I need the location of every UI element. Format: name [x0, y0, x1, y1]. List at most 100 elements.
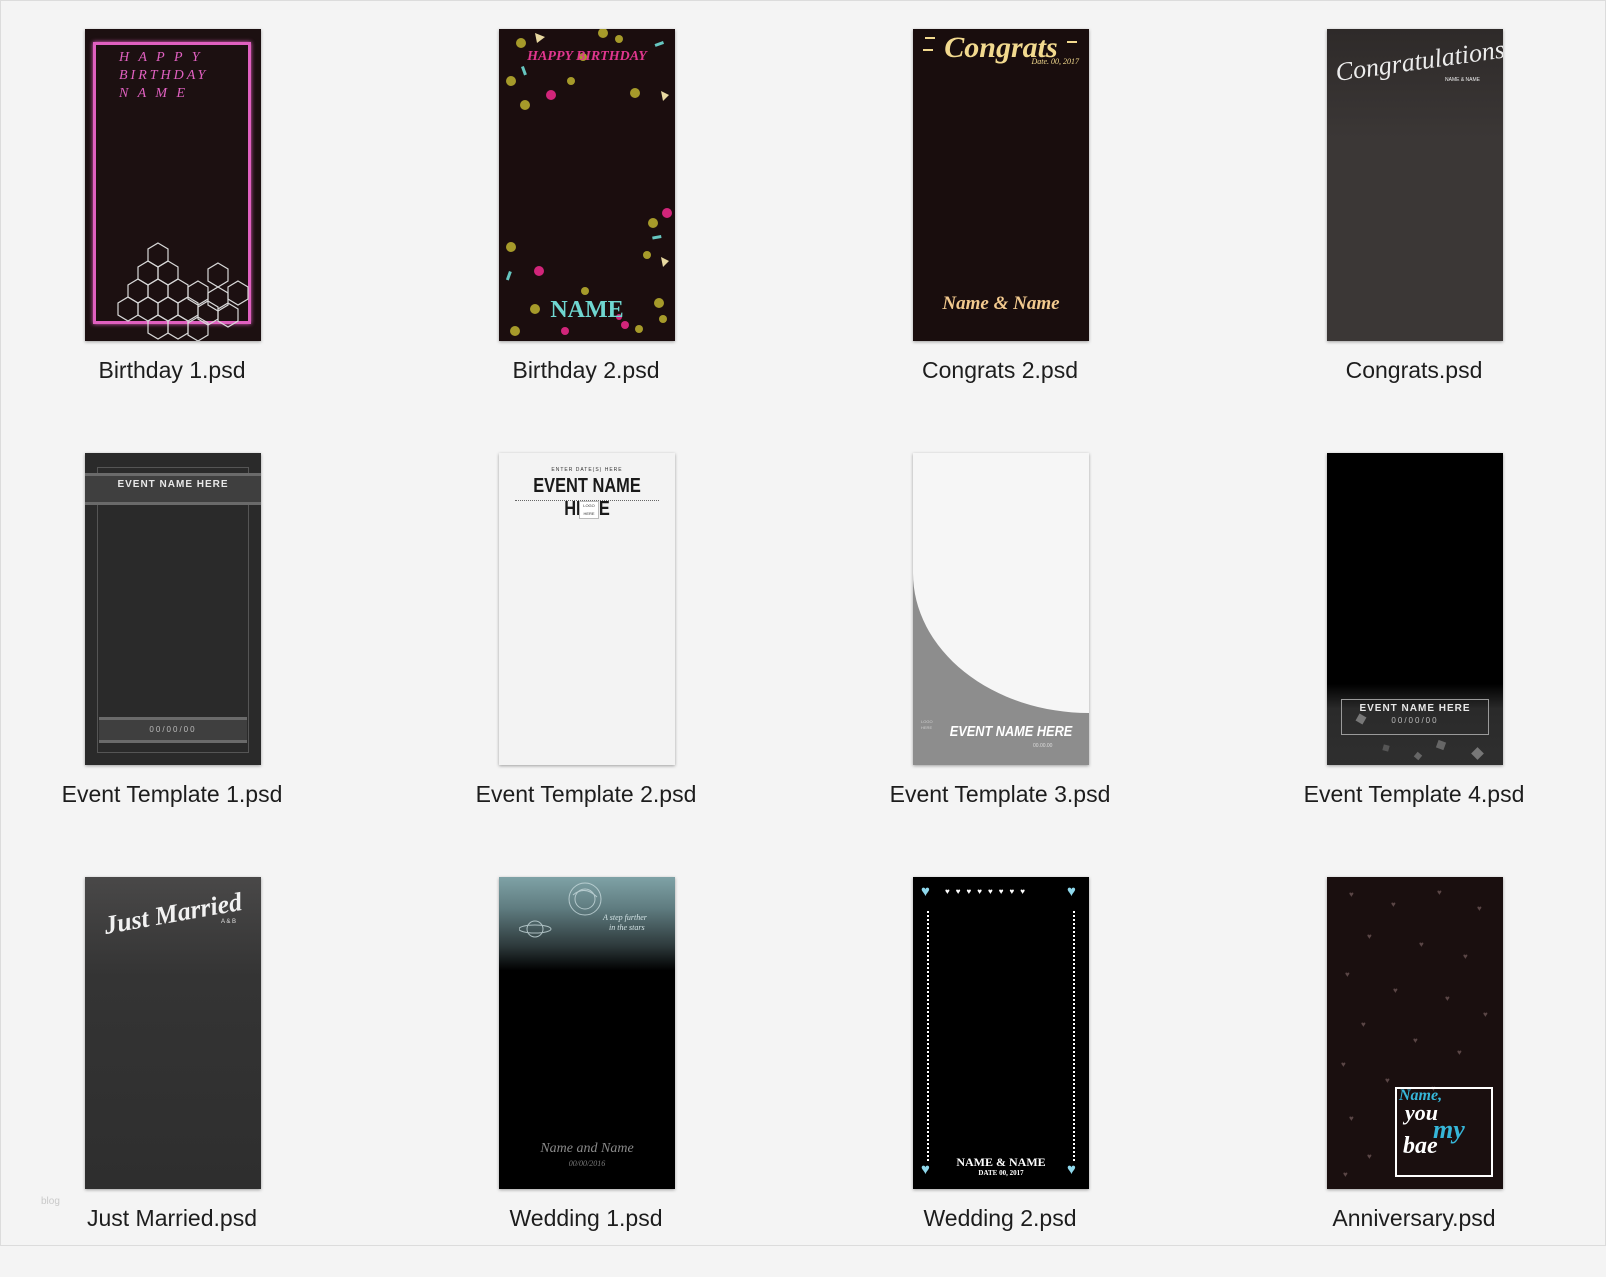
preview-quote-line: A step further [603, 913, 647, 922]
file-item-congrats[interactable]: Congratulations NAME & NAME Congrats.psd [1224, 29, 1604, 429]
preview-date: DATE 00, 2017 [978, 1169, 1024, 1177]
file-item-birthday-1[interactable]: H A P P Y BIRTHDAY N A M E Birthday 1.ps… [0, 29, 362, 429]
heart-icon: ♥ [921, 883, 930, 900]
file-thumbnail[interactable]: HAPPY BIRTHDAY NAME [499, 29, 675, 341]
inner-frame [97, 467, 249, 753]
svg-text:♥: ♥ [1445, 994, 1450, 1003]
preview-date: 00/00/00 [1391, 716, 1439, 725]
svg-text:♥: ♥ [1361, 1020, 1366, 1029]
preview-quote-line: in the stars [609, 923, 645, 932]
file-name-label[interactable]: Birthday 1.psd [0, 357, 362, 384]
svg-text:♥: ♥ [1463, 952, 1468, 961]
file-name-label[interactable]: Congrats 2.psd [810, 357, 1190, 384]
planet-illustration [519, 882, 602, 938]
confetti-piece [1471, 747, 1484, 760]
file-item-event-template-4[interactable]: EVENT NAME HERE 00/00/00 Event Template … [1224, 453, 1604, 853]
svg-text:♥: ♥ [1391, 900, 1396, 909]
preview-text-line: BIRTHDAY [119, 68, 209, 83]
svg-text:♥: ♥ [1345, 970, 1350, 979]
hexagon-pattern [117, 242, 249, 341]
file-item-anniversary[interactable]: ♥ ♥ ♥ ♥ ♥ ♥ ♥ ♥ ♥ ♥ ♥ ♥ ♥ ♥ ♥ ♥ ♥ ♥ ♥ ♥ Name, you my ba… [1224, 877, 1604, 1277]
file-thumbnail[interactable]: Just Married A & B [85, 877, 261, 1189]
preview-headline: EVENT NAME HERE [1359, 703, 1471, 714]
file-thumbnail[interactable]: EVENT NAME HERE 00/00/00 [1327, 453, 1503, 765]
preview-headline: HAPPY BIRTHDAY [527, 49, 647, 64]
svg-text:♥: ♥ [1349, 890, 1354, 899]
heart-row-top: ♥♥♥♥♥♥♥♥ [945, 887, 1031, 896]
sparkle-line [1067, 41, 1077, 43]
logo-placeholder: LOGO HERE [921, 719, 933, 730]
file-item-event-template-1[interactable]: EVENT NAME HERE 00/00/00 Event Template … [0, 453, 362, 853]
preview-date: 00.00.00 [1033, 743, 1053, 749]
file-name-label[interactable]: Event Template 1.psd [0, 781, 362, 808]
file-item-event-template-3[interactable]: LOGO HERE EVENT NAME HERE 00.00.00 Event… [810, 453, 1190, 853]
file-item-wedding-2[interactable]: ♥ ♥ ♥ ♥ ♥♥♥♥♥♥♥♥ NAME & NAME DATE 00, 20… [810, 877, 1190, 1277]
confetti-pattern [505, 29, 672, 336]
dotted-border-right [1073, 911, 1077, 1161]
preview-top-line: ENTER DATE(S) HERE [551, 467, 623, 473]
file-name-label[interactable]: Just Married.psd [0, 1205, 362, 1232]
preview-headline: EVENT NAME HERE [117, 479, 229, 490]
preview-date: 00/00/2016 [568, 1159, 606, 1168]
file-name-label[interactable]: Wedding 1.psd [396, 1205, 776, 1232]
preview-names: Name and Name [540, 1141, 634, 1156]
svg-text:♥: ♥ [1367, 1152, 1372, 1161]
preview-footer: Name & Name [942, 293, 1060, 314]
watermark: blog [41, 1196, 60, 1207]
finder-window: H A P P Y BIRTHDAY N A M E Birthday 1.ps… [0, 0, 1606, 1246]
file-thumbnail[interactable]: H A P P Y BIRTHDAY N A M E [85, 29, 261, 341]
svg-text:♥: ♥ [1393, 986, 1398, 995]
sparkle-line [923, 49, 933, 51]
svg-text:♥: ♥ [1385, 1076, 1390, 1085]
preview-footer: NAME [550, 297, 624, 323]
preview-headline: EVENT NAME HERE [949, 723, 1073, 740]
file-thumbnail[interactable]: A step further in the stars Name and Nam… [499, 877, 675, 1189]
file-name-label[interactable]: Congrats.psd [1224, 357, 1604, 384]
file-name-label[interactable]: Event Template 4.psd [1224, 781, 1604, 808]
file-name-label[interactable]: Event Template 3.psd [810, 781, 1190, 808]
svg-text:♥: ♥ [1477, 904, 1482, 913]
preview-date: 00/00/00 [149, 725, 197, 734]
sparkle-line [925, 37, 935, 39]
file-item-event-template-2[interactable]: ENTER DATE(S) HERE EVENT NAME HERE LOGO … [396, 453, 776, 853]
svg-text:♥: ♥ [1413, 1036, 1418, 1045]
svg-text:♥: ♥ [1457, 1048, 1462, 1057]
arch-cutout [913, 453, 1089, 713]
file-thumbnail[interactable]: ENTER DATE(S) HERE EVENT NAME HERE LOGO … [499, 453, 675, 765]
file-name-label[interactable]: Event Template 2.psd [396, 781, 776, 808]
preview-headline: Just Married [101, 887, 245, 940]
preview-date: Date. 00, 2017 [1031, 57, 1079, 66]
file-item-birthday-2[interactable]: HAPPY BIRTHDAY NAME Birthday 2.psd [396, 29, 776, 429]
confetti-piece [1382, 744, 1390, 752]
file-item-just-married[interactable]: Just Married A & B Just Married.psd [0, 877, 362, 1277]
svg-text:♥: ♥ [1419, 940, 1424, 949]
preview-names: NAME & NAME [956, 1155, 1046, 1169]
file-name-label[interactable]: Anniversary.psd [1224, 1205, 1604, 1232]
svg-text:♥: ♥ [1437, 888, 1442, 897]
file-thumbnail[interactable]: ♥ ♥ ♥ ♥ ♥ ♥ ♥ ♥ ♥ ♥ ♥ ♥ ♥ ♥ ♥ ♥ ♥ ♥ ♥ ♥ Name, you my ba… [1327, 877, 1503, 1189]
file-thumbnail[interactable]: LOGO HERE EVENT NAME HERE 00.00.00 [913, 453, 1089, 765]
svg-text:♥: ♥ [1367, 932, 1372, 941]
file-thumbnail[interactable]: ♥ ♥ ♥ ♥ ♥♥♥♥♥♥♥♥ NAME & NAME DATE 00, 20… [913, 877, 1089, 1189]
svg-text:♥: ♥ [1343, 1170, 1348, 1179]
preview-text-line: N A M E [119, 86, 189, 101]
file-name-label[interactable]: Wedding 2.psd [810, 1205, 1190, 1232]
file-name-label[interactable]: Birthday 2.psd [396, 357, 776, 384]
dotted-border-left [927, 911, 931, 1161]
heart-icon: ♥ [1067, 883, 1076, 900]
confetti-piece [1413, 751, 1423, 761]
file-thumbnail[interactable]: Congratulations NAME & NAME [1327, 29, 1503, 341]
file-thumbnail[interactable]: Congrats Date. 00, 2017 Name & Name [913, 29, 1089, 341]
file-grid: H A P P Y BIRTHDAY N A M E Birthday 1.ps… [1, 1, 1606, 1247]
confetti-piece [1435, 739, 1447, 751]
file-thumbnail[interactable]: EVENT NAME HERE 00/00/00 [85, 453, 261, 765]
preview-text-line: H A P P Y [119, 50, 203, 65]
file-item-congrats-2[interactable]: Congrats Date. 00, 2017 Name & Name Cong… [810, 29, 1190, 429]
file-item-wedding-1[interactable]: A step further in the stars Name and Nam… [396, 877, 776, 1277]
svg-text:♥: ♥ [1349, 1114, 1354, 1123]
preview-subtext: NAME & NAME [1445, 77, 1481, 83]
svg-text:♥: ♥ [1483, 1010, 1488, 1019]
preview-subtext: A & B [221, 919, 237, 925]
svg-text:♥: ♥ [1341, 1060, 1346, 1069]
logo-placeholder: LOGO HERE [579, 501, 599, 519]
